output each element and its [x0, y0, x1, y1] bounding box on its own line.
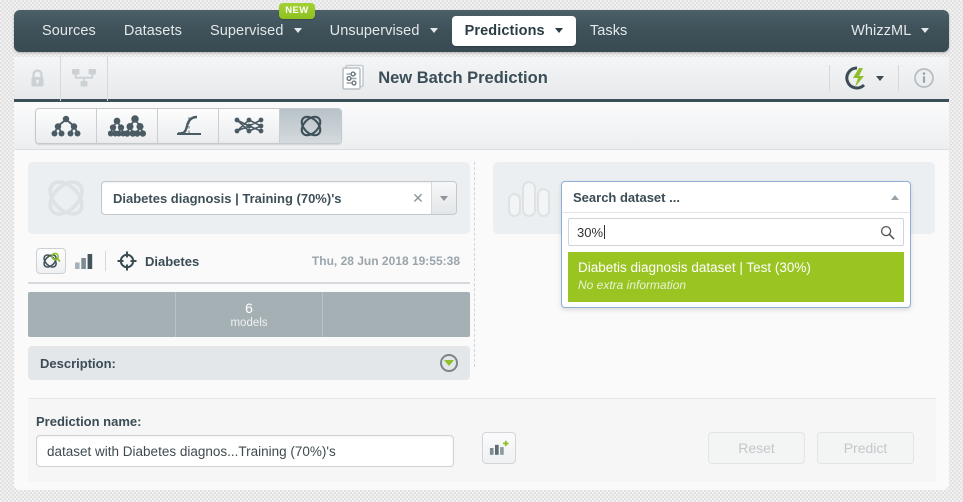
dropdown-header[interactable]: Search dataset ... [562, 182, 910, 213]
flash-icon [845, 66, 866, 90]
dataset-bars-icon [508, 181, 550, 217]
nav-label: Sources [42, 23, 96, 39]
nav-item-predictions[interactable]: Predictions [451, 16, 576, 46]
predict-button[interactable]: Predict [817, 431, 914, 464]
tab-fusion[interactable] [280, 108, 341, 143]
prediction-name-label: Prediction name: [36, 414, 142, 429]
stat-value: 6 [245, 300, 253, 317]
form-buttons: Reset Predict [708, 431, 928, 464]
chevron-down-icon [440, 195, 448, 201]
panel-divider [474, 162, 475, 367]
model-type-toolbar [14, 102, 949, 150]
page-title: New Batch Prediction [378, 68, 548, 87]
nav-label: Datasets [123, 23, 182, 39]
ensemble-icon [108, 114, 146, 137]
nav-label: Unsupervised [329, 23, 420, 39]
page-title-group: New Batch Prediction [58, 63, 829, 93]
nav-item-unsupervised[interactable]: Unsupervised [316, 17, 452, 45]
result-subtitle: No extra information [578, 278, 687, 293]
chevron-down-icon [429, 28, 438, 33]
add-chart-button[interactable] [482, 431, 516, 464]
chevron-down-icon [921, 28, 929, 33]
logistic-curve-icon [177, 115, 201, 135]
header-actions [829, 56, 949, 101]
dataset-selector-box: Search dataset ... 30% Diabetis diagnosi… [493, 162, 935, 309]
dataset-panel: Search dataset ... 30% Diabetis diagnosi… [493, 162, 935, 380]
batch-prediction-icon [342, 64, 364, 90]
nav-item-sources[interactable]: Sources [28, 17, 110, 45]
dataset-search-input[interactable]: 30% [568, 218, 904, 246]
tab-model[interactable] [36, 108, 97, 143]
reset-button[interactable]: Reset [708, 431, 805, 464]
dropdown-result-item[interactable]: Diabetis diagnosis dataset | Test (30%) … [568, 252, 904, 303]
chevron-down-icon [293, 28, 302, 33]
nav-item-tasks[interactable]: Tasks [576, 17, 642, 45]
lock-icon [31, 68, 43, 86]
fusion-select-field[interactable]: Diabetes diagnosis | Training (70%)'s ✕ [101, 181, 457, 215]
magnifier-icon[interactable] [880, 225, 895, 240]
bar-chart-icon [75, 253, 93, 269]
nav-label: Predictions [464, 23, 545, 39]
chevron-down-icon [444, 360, 454, 366]
page-header-bar: New Batch Prediction [14, 55, 949, 102]
tab-deepnet[interactable] [219, 108, 280, 143]
dropdown-header-label: Search dataset ... [573, 189, 680, 205]
prediction-form: Prediction name: Reset Predict [28, 398, 936, 482]
new-badge: NEW [279, 3, 315, 19]
info-button[interactable] [898, 65, 949, 91]
nav-item-supervised[interactable]: Supervised NEW [196, 3, 316, 45]
dataset-search-dropdown: Search dataset ... 30% Diabetis diagnosi… [561, 181, 911, 309]
divider [105, 251, 106, 271]
created-timestamp: Thu, 28 Jun 2018 19:55:38 [311, 254, 460, 268]
chevron-down-icon [554, 28, 563, 33]
target-icon [117, 251, 137, 271]
stat-cell [28, 292, 175, 337]
decision-tree-icon [51, 115, 81, 136]
model-type-tab-group [35, 107, 342, 144]
nav-item-datasets[interactable]: Datasets [110, 17, 196, 45]
prediction-name-input[interactable] [36, 435, 454, 467]
stat-cell [322, 292, 470, 337]
selected-resource-label: Diabetes diagnosis | Training (70%)'s [113, 190, 342, 206]
description-label: Description: [40, 355, 116, 371]
search-input-value: 30% [577, 224, 606, 240]
nav-items: Sources Datasets Supervised NEW Unsuperv… [14, 3, 837, 46]
panels-row: Diabetes diagnosis | Training (70%)'s ✕ [14, 150, 949, 380]
nav-item-account[interactable]: WhizzML [837, 17, 949, 45]
flash-menu-button[interactable] [829, 65, 898, 91]
nav-label: Tasks [589, 23, 628, 39]
clear-selection-button[interactable]: ✕ [405, 190, 431, 207]
model-panel: Diabetes diagnosis | Training (70%)'s ✕ [28, 162, 470, 380]
fusion-preview-button[interactable] [36, 248, 66, 274]
expand-description-button[interactable] [440, 354, 458, 372]
result-title: Diabetis diagnosis dataset | Test (30%) [578, 260, 811, 275]
neural-network-icon [234, 117, 264, 133]
prediction-name-group: Prediction name: [36, 414, 456, 467]
chevron-down-icon [876, 75, 884, 81]
fusion-icon [300, 115, 321, 136]
fusion-icon [48, 180, 84, 216]
fusion-stats-bar: 6 models [28, 292, 470, 337]
fusion-info-row: Diabetes Thu, 28 Jun 2018 19:55:38 [28, 239, 470, 284]
tab-ensemble[interactable] [97, 108, 158, 143]
text-cursor [604, 224, 606, 239]
description-section[interactable]: Description: [28, 346, 470, 380]
info-icon [914, 68, 934, 88]
fusion-selector-box: Diabetes diagnosis | Training (70%)'s ✕ [28, 162, 470, 234]
nav-label: Supervised [209, 23, 284, 39]
fusion-search-icon [43, 252, 61, 268]
lock-button[interactable] [14, 55, 61, 101]
bar-chart-button[interactable] [74, 253, 94, 270]
add-chart-icon [489, 440, 509, 455]
stat-cell-models: 6 models [174, 292, 323, 337]
select-dropdown-button[interactable] [431, 182, 456, 214]
tab-logistic-regression[interactable] [158, 108, 219, 143]
top-navigation-bar: Sources Datasets Supervised NEW Unsuperv… [14, 3, 949, 52]
objective-field-label: Diabetes [145, 253, 200, 269]
stat-label: models [230, 316, 268, 329]
chevron-up-icon [891, 194, 899, 200]
account-label: WhizzML [851, 23, 911, 39]
